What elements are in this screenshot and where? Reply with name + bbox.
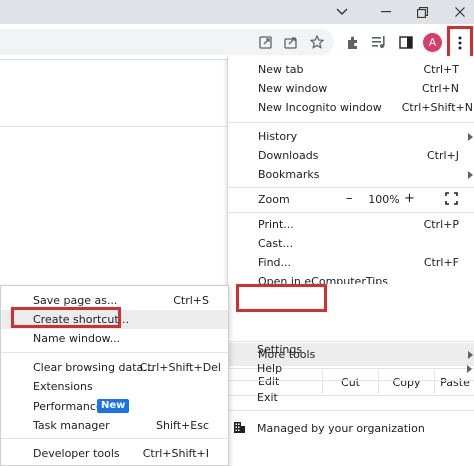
submenu-label: Clear browsing data...: [33, 361, 154, 374]
highlight-box-more-tools: [236, 284, 327, 312]
menu-item-settings[interactable]: Settings: [227, 340, 474, 359]
menu-shortcut: Ctrl+F: [423, 256, 459, 269]
new-badge: New: [97, 399, 130, 413]
extensions-icon[interactable]: [342, 32, 362, 52]
submenu-arrow-icon: [468, 171, 473, 179]
submenu-separator: [1, 438, 228, 439]
side-panel-icon[interactable]: [396, 32, 416, 52]
menu-label: Bookmarks: [258, 168, 320, 181]
menu-label: Find...: [258, 256, 292, 269]
menu-label: New window: [258, 82, 328, 95]
address-bar[interactable]: [0, 29, 334, 55]
menu-label: Help: [257, 362, 283, 375]
menu-label: Zoom: [258, 193, 290, 206]
share-icon[interactable]: [281, 32, 301, 52]
menu-shortcut: Ctrl+P: [423, 218, 459, 231]
menu-item-new-incognito[interactable]: New Incognito window Ctrl+Shift+N: [228, 98, 474, 117]
menu-item-new-window[interactable]: New window Ctrl+N: [228, 79, 474, 98]
browser-toolbar: A: [0, 24, 474, 60]
kebab-menu-icon: [458, 36, 462, 50]
profile-avatar[interactable]: A: [423, 33, 442, 52]
menu-shortcut: Ctrl+T: [423, 63, 459, 76]
menu-item-help[interactable]: Help: [227, 359, 474, 378]
menu-shortcut: Ctrl+Shift+N: [401, 101, 473, 114]
menu-separator: [228, 212, 474, 213]
submenu-shortcut: Shift+Esc: [156, 419, 209, 432]
avatar-letter: A: [428, 36, 437, 49]
menu-label: History: [258, 130, 298, 143]
submenu-label: Developer tools: [33, 447, 120, 460]
menu-label: Settings: [257, 343, 303, 356]
menu-label: Cast...: [258, 237, 293, 250]
menu-item-find[interactable]: Find... Ctrl+F: [228, 253, 474, 272]
restore-icon[interactable]: [402, 0, 442, 24]
menu-item-bookmarks[interactable]: Bookmarks: [228, 165, 474, 184]
submenu-item-clear-browsing[interactable]: Clear browsing data... Ctrl+Shift+Del: [1, 358, 228, 377]
submenu-separator: [1, 352, 228, 353]
menu-separator: [227, 410, 474, 411]
submenu-arrow-icon: [468, 133, 473, 141]
menu-label: Exit: [257, 391, 278, 404]
menu-item-zoom: Zoom – 100% +: [228, 190, 474, 211]
menu-label: Managed by your organization: [257, 422, 425, 435]
menu-label: Open in eComputerTips: [258, 275, 389, 284]
menu-item-new-tab[interactable]: New tab Ctrl+T: [228, 60, 474, 79]
tab-search-chevron-icon[interactable]: [322, 0, 362, 24]
menu-item-open-in-app[interactable]: Open in eComputerTips: [228, 272, 474, 284]
menu-item-print[interactable]: Print... Ctrl+P: [228, 215, 474, 234]
menu-separator: [228, 122, 474, 123]
bookmark-star-icon[interactable]: [307, 32, 327, 52]
page-divider: [0, 126, 227, 127]
menu-label: New Incognito window: [258, 101, 382, 114]
menu-item-downloads[interactable]: Downloads Ctrl+J: [228, 146, 474, 165]
submenu-arrow-icon: [467, 365, 472, 373]
zoom-level: 100%: [368, 193, 400, 206]
menu-shortcut: Ctrl+J: [426, 149, 459, 162]
building-icon: [234, 422, 245, 433]
open-in-app-icon[interactable]: [255, 32, 275, 52]
highlight-box-create-shortcut: [11, 307, 121, 328]
submenu-item-task-manager[interactable]: Task manager Shift+Esc: [1, 416, 228, 435]
chrome-menu-button[interactable]: [447, 26, 473, 60]
submenu-label: Task manager: [33, 419, 110, 432]
menu-shortcut: Ctrl+N: [421, 82, 459, 95]
menu-item-history[interactable]: History: [228, 127, 474, 146]
submenu-label: Extensions: [33, 380, 93, 393]
submenu-shortcut: Ctrl+S: [173, 294, 209, 307]
menu-label: Downloads: [258, 149, 319, 162]
submenu-item-developer-tools[interactable]: Developer tools Ctrl+Shift+I: [1, 444, 228, 463]
media-controls-icon[interactable]: [369, 32, 389, 52]
menu-label: New tab: [258, 63, 304, 76]
menu-separator: [227, 380, 474, 381]
close-window-icon[interactable]: [440, 0, 474, 24]
menu-item-exit[interactable]: Exit: [227, 388, 474, 407]
menu-label: Print...: [258, 218, 294, 231]
submenu-shortcut: Ctrl+Shift+Del: [139, 361, 221, 374]
zoom-in-button[interactable]: +: [404, 191, 415, 206]
submenu-label: Save page as...: [33, 294, 118, 307]
window-title-bar: [0, 0, 474, 24]
submenu-item-performance[interactable]: Performance New: [1, 397, 228, 416]
menu-item-cast[interactable]: Cast...: [228, 234, 474, 253]
menu-item-managed[interactable]: Managed by your organization: [227, 417, 474, 441]
submenu-item-name-window[interactable]: Name window...: [1, 329, 228, 348]
menu-separator: [228, 187, 474, 188]
submenu-label: Performance: [33, 400, 103, 413]
submenu-label: Name window...: [33, 332, 121, 345]
submenu-item-extensions[interactable]: Extensions: [1, 377, 228, 396]
submenu-shortcut: Ctrl+Shift+I: [142, 447, 209, 460]
zoom-out-button[interactable]: –: [346, 191, 353, 206]
fullscreen-icon[interactable]: [445, 192, 458, 205]
minimize-icon[interactable]: [366, 0, 406, 24]
